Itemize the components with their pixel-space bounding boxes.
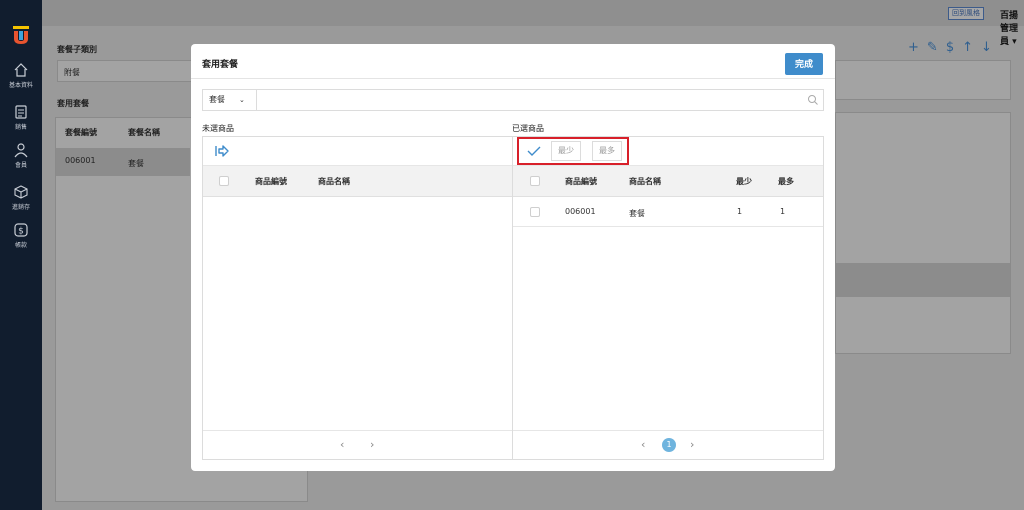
svg-text:$: $: [18, 227, 24, 237]
sidebar-item-label: 會員: [14, 162, 27, 169]
row-checkbox[interactable]: [530, 207, 540, 217]
app-logo[interactable]: [10, 24, 32, 46]
min-quantity[interactable]: 1: [737, 207, 742, 216]
sidebar-item-label: 進銷存: [11, 204, 30, 211]
set-meal-label: 套用套餐: [57, 99, 89, 108]
arrow-up-icon[interactable]: ↑: [962, 40, 981, 55]
box-icon: [14, 185, 28, 199]
highlight-box: [517, 137, 629, 165]
background-panel: [835, 60, 1011, 100]
search-input[interactable]: [259, 91, 799, 109]
search-bar: 套餐 ⌄: [202, 89, 824, 111]
background-list: [835, 112, 1011, 354]
members-icon: [14, 143, 28, 158]
prev-page-button[interactable]: ‹: [340, 438, 344, 451]
row-name: 套餐: [128, 159, 144, 168]
selected-products-label: 已選商品: [512, 124, 544, 133]
dialog-title: 套用套餐: [202, 60, 239, 70]
select-all-checkbox[interactable]: [530, 176, 540, 186]
sidebar-item-accounts[interactable]: $ 帳款: [0, 222, 42, 249]
table-row[interactable]: 006001 套餐: [56, 148, 190, 176]
add-icon[interactable]: +: [908, 40, 927, 55]
sidebar-item-basic-data[interactable]: 基本資料: [0, 62, 42, 89]
sidebar-item-members[interactable]: 會員: [0, 142, 42, 169]
next-page-button[interactable]: ›: [690, 438, 694, 451]
sidebar: 基本資料 銷售 會員 進銷存 $ 帳款: [0, 0, 42, 510]
column-header-name: 套餐名稱: [128, 128, 160, 137]
table-row[interactable]: 006001 套餐 1 1: [513, 197, 823, 227]
price-icon[interactable]: $: [946, 40, 962, 55]
current-page-button[interactable]: 1: [662, 438, 676, 452]
search-icon[interactable]: [807, 94, 819, 106]
home-icon: [14, 63, 28, 77]
unselected-products-label: 未選商品: [202, 124, 234, 133]
select-all-checkbox[interactable]: [219, 176, 229, 186]
product-code: 006001: [565, 207, 596, 216]
column-header-product-code: 商品編號: [255, 177, 287, 186]
done-button[interactable]: 完成: [785, 53, 823, 75]
document-icon: [15, 105, 27, 119]
right-table-header: 商品編號 商品名稱 最少 最多: [513, 166, 823, 197]
apply-set-meal-dialog: 套用套餐 完成 套餐 ⌄ 未選商品 商品編號 商品名稱 ‹ › 已選商品 最少 …: [191, 44, 835, 471]
admin-user-menu[interactable]: 百揚管理員 ▾: [1000, 8, 1024, 47]
unselected-products-panel: 商品編號 商品名稱 ‹ ›: [202, 136, 513, 460]
chevron-down-icon: ⌄: [239, 96, 245, 104]
category-select-value: 套餐: [209, 95, 225, 104]
column-header-min: 最少: [736, 177, 752, 186]
right-pagination: ‹ 1 ›: [513, 430, 823, 459]
list-item: [836, 263, 1010, 297]
category-select[interactable]: 套餐 ⌄: [203, 90, 257, 110]
sidebar-item-inventory[interactable]: 進銷存: [0, 184, 42, 211]
back-to-style-button[interactable]: 回到風格: [948, 7, 984, 20]
row-code: 006001: [65, 156, 96, 165]
column-header-product-name: 商品名稱: [629, 177, 661, 186]
sidebar-item-label: 銷售: [14, 124, 27, 131]
top-bar: 回到風格 百揚管理員 ▾: [42, 0, 1024, 47]
sub-category-field[interactable]: 附餐: [57, 60, 192, 82]
sidebar-item-label: 帳款: [14, 242, 27, 249]
column-header-max: 最多: [778, 177, 794, 186]
column-header-product-name: 商品名稱: [318, 177, 350, 186]
arrow-down-icon[interactable]: ↓: [981, 40, 1000, 55]
left-table-header: 商品編號 商品名稱: [203, 166, 512, 197]
edit-icon[interactable]: ✎: [927, 40, 946, 55]
divider: [191, 78, 835, 79]
next-page-button[interactable]: ›: [370, 438, 374, 451]
max-quantity[interactable]: 1: [780, 207, 785, 216]
selected-products-panel: 最少 最多 商品編號 商品名稱 最少 最多 006001 套餐 1 1 ‹ 1 …: [512, 136, 824, 460]
sub-category-label: 套餐子類別: [57, 45, 97, 54]
move-right-icon[interactable]: [215, 145, 229, 157]
dollar-icon: $: [14, 223, 28, 237]
product-name: 套餐: [629, 209, 645, 218]
column-header-product-code: 商品編號: [565, 177, 597, 186]
sidebar-item-sales[interactable]: 銷售: [0, 104, 42, 131]
left-pagination: ‹ ›: [203, 430, 512, 459]
prev-page-button[interactable]: ‹: [641, 438, 645, 451]
sub-category-value: 附餐: [64, 68, 80, 77]
column-header-code: 套餐編號: [65, 128, 97, 137]
left-toolbar: [203, 137, 512, 166]
toolbar-icons: +✎$↑↓: [908, 40, 1000, 55]
sidebar-item-label: 基本資料: [8, 82, 33, 89]
